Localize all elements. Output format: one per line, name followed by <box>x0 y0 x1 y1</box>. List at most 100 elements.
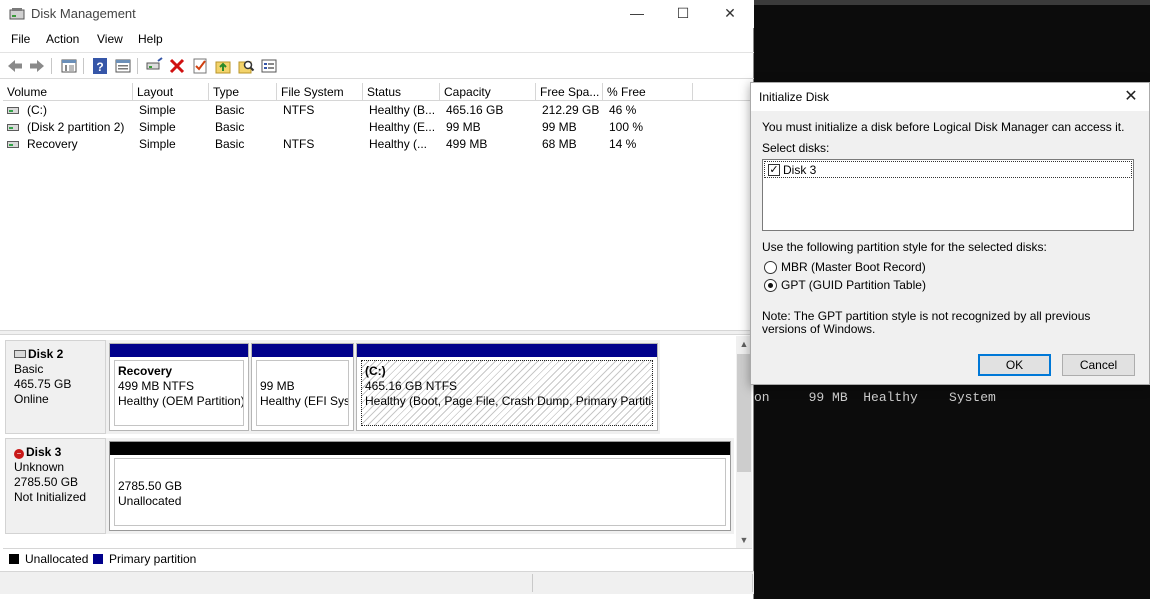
mbr-option-label[interactable]: MBR (Master Boot Record) <box>781 260 926 274</box>
drive-icon <box>7 141 19 148</box>
mbr-radio[interactable] <box>764 261 777 274</box>
status-segment <box>533 574 753 592</box>
column-percent-free[interactable]: % Free <box>603 83 693 101</box>
column-file-system[interactable]: File System <box>277 83 363 101</box>
volume-row[interactable]: Recovery Simple Basic NTFS Healthy (... … <box>3 136 752 153</box>
disk-select-list[interactable]: ✓ Disk 3 <box>762 159 1134 231</box>
legend-swatch-primary <box>93 554 103 564</box>
volume-capacity: 499 MB <box>446 137 488 151</box>
partition-info: (C:) 465.16 GB NTFS Healthy (Boot, Page … <box>361 360 653 426</box>
dialog-intro: You must initialize a disk before Logica… <box>762 120 1125 134</box>
primary-partition-bar <box>110 344 248 357</box>
primary-partition-bar <box>252 344 353 357</box>
column-capacity[interactable]: Capacity <box>440 83 536 101</box>
volume-row[interactable]: (C:) Simple Basic NTFS Healthy (B... 465… <box>3 102 752 119</box>
volume-status: Healthy (E... <box>369 120 436 134</box>
toolbar-separator <box>137 58 138 74</box>
column-layout[interactable]: Layout <box>133 83 209 101</box>
partition-recovery[interactable]: Recovery 499 MB NTFS Healthy (OEM Partit… <box>109 343 249 431</box>
volume-free-space: 212.29 GB <box>542 103 600 117</box>
minimize-button[interactable]: — <box>614 0 660 28</box>
volume-capacity: 99 MB <box>446 120 481 134</box>
volume-file-system: NTFS <box>283 137 315 151</box>
volume-layout: Simple <box>139 103 176 117</box>
disk-checkbox[interactable]: ✓ <box>768 164 780 176</box>
check-icon[interactable] <box>191 57 209 75</box>
column-volume[interactable]: Volume <box>3 83 133 101</box>
gpt-note: Note: The GPT partition style is not rec… <box>762 309 1091 336</box>
cancel-button[interactable]: Cancel <box>1062 354 1135 376</box>
volume-free-space: 99 MB <box>542 120 577 134</box>
disk-name: Disk 3 <box>26 445 62 459</box>
partition-efi[interactable]: 99 MB Healthy (EFI Syste <box>251 343 354 431</box>
delete-icon[interactable] <box>168 57 186 75</box>
partition-unallocated[interactable]: 2785.50 GB Unallocated <box>109 441 731 531</box>
column-type[interactable]: Type <box>209 83 277 101</box>
partition-status: Healthy (EFI Syste <box>260 394 348 408</box>
legend: Unallocated Primary partition <box>3 548 752 568</box>
legend-primary-partition: Primary partition <box>109 552 197 566</box>
partition-status: Unallocated <box>118 494 182 508</box>
drive-icon <box>7 124 19 131</box>
column-status[interactable]: Status <box>363 83 440 101</box>
volume-row[interactable]: (Disk 2 partition 2) Simple Basic Health… <box>3 119 752 136</box>
disk-3-partitions: 2785.50 GB Unallocated <box>106 438 734 534</box>
partition-size: 499 MB NTFS <box>118 379 195 393</box>
disk-kind: Unknown <box>14 460 65 474</box>
gpt-option-label[interactable]: GPT (GUID Partition Table) <box>781 278 926 292</box>
disk-list-item[interactable]: ✓ Disk 3 <box>764 161 1132 178</box>
volume-name: (Disk 2 partition 2) <box>27 120 125 134</box>
partition-size: 2785.50 GB <box>118 479 183 493</box>
maximize-button[interactable]: ☐ <box>660 0 706 28</box>
console-tree-icon[interactable] <box>60 57 78 75</box>
status-segment <box>0 574 533 592</box>
list-icon[interactable] <box>260 57 278 75</box>
disk-2-label[interactable]: Disk 2 Basic 465.75 GB Online <box>5 340 106 434</box>
help-icon[interactable]: ? <box>91 57 109 75</box>
volume-percent-free: 46 % <box>609 103 637 117</box>
column-free-space[interactable]: Free Spa... <box>536 83 603 101</box>
disk-list-label: Disk 3 <box>783 163 817 177</box>
close-button[interactable]: ✕ <box>707 0 753 28</box>
connect-icon[interactable] <box>145 57 163 75</box>
ok-button[interactable]: OK <box>978 354 1051 376</box>
partition-name: (C:) <box>365 364 386 378</box>
console-titlebar <box>754 0 1150 5</box>
partition-c-drive[interactable]: (C:) 465.16 GB NTFS Healthy (Boot, Page … <box>356 343 658 431</box>
menu-action[interactable]: Action <box>46 32 79 46</box>
toolbar-separator <box>83 58 84 74</box>
back-icon[interactable] <box>6 57 24 75</box>
menu-help[interactable]: Help <box>138 32 163 46</box>
search-icon[interactable] <box>237 57 255 75</box>
dialog-title-bar: Initialize Disk ✕ <box>751 83 1149 111</box>
disk-2-partitions: Recovery 499 MB NTFS Healthy (OEM Partit… <box>106 340 660 434</box>
partition-style-label: Use the following partition style for th… <box>762 240 1047 254</box>
disk-state: Not Initialized <box>14 490 87 504</box>
dialog-close-button[interactable]: ✕ <box>1119 85 1143 109</box>
partition-name: Recovery <box>118 364 173 378</box>
volume-percent-free: 14 % <box>609 137 637 151</box>
primary-partition-bar <box>357 344 657 357</box>
disk-graphical-view: Disk 2 Basic 465.75 GB Online Recovery 4… <box>3 336 736 546</box>
menu-view[interactable]: View <box>97 32 123 46</box>
folder-up-icon[interactable] <box>214 57 232 75</box>
properties-icon[interactable] <box>114 57 132 75</box>
disk-3-label[interactable]: − Disk 3 Unknown 2785.50 GB Not Initializ… <box>5 438 106 534</box>
disk-kind: Basic <box>14 362 44 376</box>
status-bar <box>0 571 754 594</box>
volume-free-space: 68 MB <box>542 137 577 151</box>
partition-status: Healthy (Boot, Page File, Crash Dump, Pr… <box>365 394 653 408</box>
volume-list-header: Volume Layout Type File System Status Ca… <box>3 83 752 101</box>
scroll-thumb[interactable] <box>737 354 751 472</box>
volume-percent-free: 100 % <box>609 120 644 134</box>
forward-icon[interactable] <box>28 57 46 75</box>
volume-file-system: NTFS <box>283 103 315 117</box>
disk-size: 465.75 GB <box>14 377 72 391</box>
pane-splitter[interactable] <box>0 330 754 335</box>
volume-list: Volume Layout Type File System Status Ca… <box>3 83 752 326</box>
volume-file-system <box>279 119 363 136</box>
gpt-radio[interactable] <box>764 279 777 292</box>
scroll-down-icon[interactable]: ▼ <box>736 532 752 548</box>
menu-file[interactable]: File <box>11 32 30 46</box>
console-output-line: on 99 MB Healthy System <box>754 390 996 405</box>
